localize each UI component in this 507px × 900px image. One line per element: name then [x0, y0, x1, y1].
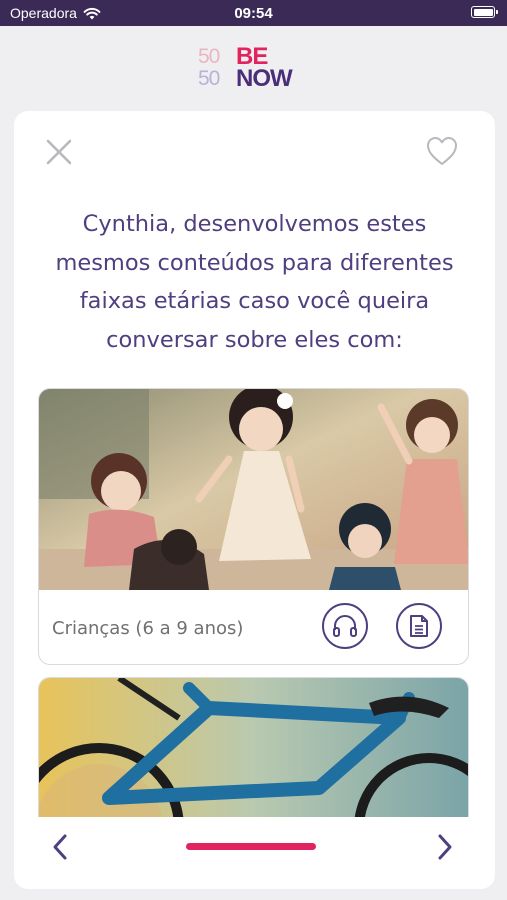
status-bar: Operadora 09:54 — [0, 0, 507, 26]
age-option-footer: Crianças (6 a 9 anos) — [39, 590, 468, 664]
progress-indicator — [186, 843, 316, 850]
logo-number: 50 50 — [198, 45, 220, 90]
heart-outline-icon[interactable] — [425, 135, 459, 167]
close-icon[interactable] — [44, 137, 74, 167]
age-option-card[interactable] — [38, 677, 469, 817]
headphones-icon — [333, 615, 357, 637]
children-dancing-illustration — [39, 389, 468, 590]
logo-wordmark: BE NOW — [236, 43, 293, 92]
document-icon — [410, 615, 428, 637]
app-logo: 50 50 BE NOW — [198, 43, 310, 96]
page-title: Cynthia, desenvolvemos estes mesmos cont… — [55, 211, 454, 353]
read-text-button[interactable] — [396, 603, 442, 649]
bicycle-illustration — [39, 678, 468, 817]
age-selection-card: Cynthia, desenvolvemos estes mesmos cont… — [14, 111, 495, 889]
age-option-label: Crianças (6 a 9 anos) — [52, 618, 244, 639]
chevron-right-icon[interactable] — [435, 833, 455, 861]
chevron-left-icon[interactable] — [50, 833, 70, 861]
pager — [14, 817, 495, 889]
clock: 09:54 — [234, 5, 273, 22]
listen-audio-button[interactable] — [322, 603, 368, 649]
battery-icon — [471, 6, 498, 18]
age-option-card[interactable]: Crianças (6 a 9 anos) — [38, 388, 469, 665]
